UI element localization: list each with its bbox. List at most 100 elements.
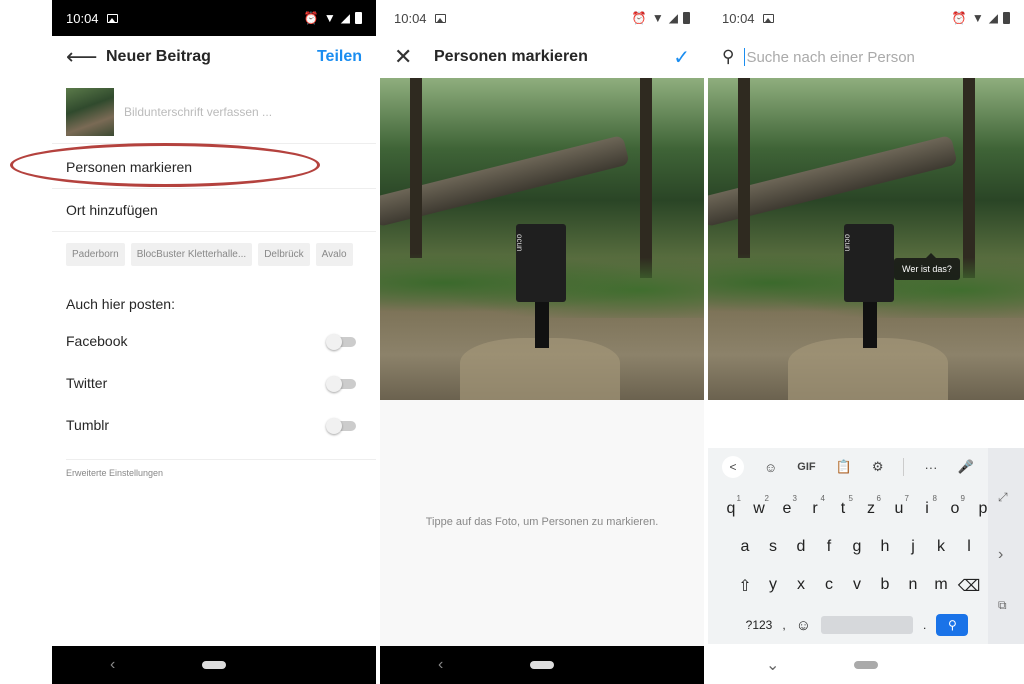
key[interactable]: y (759, 576, 787, 596)
header: ⟵ Neuer Beitrag Teilen (52, 36, 376, 78)
key[interactable]: 8i (913, 494, 941, 518)
pad-logo-text: ocun (515, 234, 524, 252)
on-screen-keyboard: < ☺ GIF 📋 ⚙ ··· 🎤 1q 2w 3e 4r 5t 6z 7u 8… (708, 448, 1024, 644)
alarm-icon: ⏰ (631, 11, 647, 25)
status-icons: ⏰ ▼ ◢ (304, 11, 362, 25)
share-button[interactable]: Teilen (317, 48, 362, 66)
twitter-toggle[interactable] (326, 376, 356, 392)
nav-home-pill[interactable] (202, 661, 226, 669)
share-target-label: Facebook (66, 333, 128, 349)
key[interactable]: 1q (717, 494, 745, 518)
key[interactable]: k (927, 538, 955, 556)
key[interactable]: x (787, 576, 815, 596)
wifi-icon: ▼ (651, 11, 664, 25)
crash-pad: ocun (515, 224, 566, 302)
clipboard-icon[interactable]: 📋 (836, 459, 852, 475)
float-keyboard-icon[interactable]: ⧉ (998, 598, 1007, 613)
status-bar: 10:04 ⏰ ▼ ◢ (380, 0, 704, 36)
key[interactable]: b (871, 576, 899, 596)
key[interactable]: 4r (801, 494, 829, 518)
microphone-icon[interactable]: 🎤 (957, 459, 973, 475)
back-arrow-icon[interactable]: ⟵ (66, 44, 98, 70)
status-time: 10:04 (722, 10, 755, 26)
location-chip[interactable]: BlocBuster Kletterhalle... (130, 242, 253, 266)
nav-back-icon[interactable]: ‹ (438, 656, 443, 674)
search-person-screen: 10:04 ⏰ ▼ ◢ ⚲ Suche nach einer Person oc… (708, 0, 1024, 684)
chevron-right-icon[interactable]: › (998, 546, 1003, 564)
key[interactable]: 9o (941, 494, 969, 518)
emoji-key[interactable]: ☺ (796, 617, 811, 634)
shift-key[interactable]: ⇧ (731, 576, 759, 596)
key[interactable]: s (759, 538, 787, 556)
backspace-key[interactable]: ⌫ (955, 576, 983, 596)
battery-icon (355, 12, 362, 24)
gif-button[interactable]: GIF (797, 461, 815, 473)
also-post-label: Auch hier posten: (66, 296, 175, 312)
image-notification-icon (762, 13, 774, 23)
key[interactable]: f (815, 538, 843, 556)
crash-pad: ocun (843, 224, 894, 302)
close-icon[interactable]: ✕ (394, 44, 420, 70)
key[interactable]: d (787, 538, 815, 556)
location-chip[interactable]: Paderborn (66, 242, 125, 266)
alarm-icon: ⏰ (303, 11, 319, 25)
nav-home-pill[interactable] (854, 661, 878, 669)
key[interactable]: 5t (829, 494, 857, 518)
nav-back-icon[interactable]: ‹ (110, 656, 115, 674)
search-icon: ⚲ (722, 47, 735, 66)
signal-icon: ◢ (988, 11, 998, 25)
caption-input[interactable]: Bildunterschrift verfassen ... (124, 105, 272, 119)
nav-home-pill[interactable] (530, 661, 554, 669)
comma-key[interactable]: , (782, 618, 785, 632)
key[interactable]: m (927, 576, 955, 596)
key[interactable]: a (731, 538, 759, 556)
image-notification-icon (434, 13, 446, 23)
who-is-this-tooltip[interactable]: Wer ist das? (894, 253, 960, 280)
status-bar: 10:04 ⏰ ▼ ◢ (52, 0, 376, 36)
period-key[interactable]: . (923, 618, 926, 632)
collapse-toolbar-icon[interactable]: < (722, 456, 744, 478)
space-key[interactable] (821, 616, 914, 634)
confirm-check-icon[interactable]: ✓ (673, 45, 690, 70)
tumblr-toggle[interactable] (326, 418, 356, 434)
signal-icon: ◢ (340, 11, 350, 25)
location-chip[interactable]: Delbrück (258, 242, 310, 266)
key[interactable]: 2w (745, 494, 773, 518)
advanced-settings-link[interactable]: Erweiterte Einstellungen (66, 468, 163, 478)
caption-row: Bildunterschrift verfassen ... (52, 80, 376, 144)
more-icon[interactable]: ··· (924, 460, 937, 475)
system-nav-bar: ‹ (52, 646, 376, 684)
image-notification-icon (106, 13, 118, 23)
chevron-down-icon[interactable]: ⌄ (766, 655, 779, 675)
key[interactable]: 3e (773, 494, 801, 518)
key[interactable]: l (955, 538, 983, 556)
sticker-icon[interactable]: ☺ (764, 460, 777, 475)
key[interactable]: 7u (885, 494, 913, 518)
search-key-icon[interactable]: ⚲ (936, 614, 969, 636)
share-target-label: Twitter (66, 375, 108, 391)
symbols-key[interactable]: ?123 (746, 618, 773, 632)
share-twitter-row: Twitter (52, 362, 376, 404)
tag-hint-text: Tippe auf das Foto, um Personen zu marki… (425, 516, 659, 528)
key[interactable]: g (843, 538, 871, 556)
settings-gear-icon[interactable]: ⚙ (872, 459, 884, 475)
post-photo[interactable]: ocun (708, 78, 1024, 400)
divider (66, 459, 376, 460)
add-location-row[interactable]: Ort hinzufügen (52, 189, 376, 232)
expand-keyboard-icon[interactable]: ⤢ (998, 490, 1008, 505)
key[interactable]: h (871, 538, 899, 556)
key[interactable]: 6z (857, 494, 885, 518)
tag-people-screen: 10:04 ⏰ ▼ ◢ ✕ Personen markieren ✓ ocun … (380, 0, 704, 684)
facebook-toggle[interactable] (326, 334, 356, 350)
keyboard-side-panel: ⤢ › ⧉ (988, 448, 1024, 644)
key[interactable]: n (899, 576, 927, 596)
location-chip[interactable]: Avalo (315, 242, 353, 266)
key[interactable]: c (815, 576, 843, 596)
page-title: Neuer Beitrag (106, 48, 211, 65)
key[interactable]: j (899, 538, 927, 556)
key[interactable]: v (843, 576, 871, 596)
search-input[interactable]: Suche nach einer Person (746, 49, 914, 66)
system-nav-bar: ‹ (380, 646, 704, 684)
status-time: 10:04 (394, 10, 427, 26)
post-photo[interactable]: ocun (380, 78, 704, 400)
